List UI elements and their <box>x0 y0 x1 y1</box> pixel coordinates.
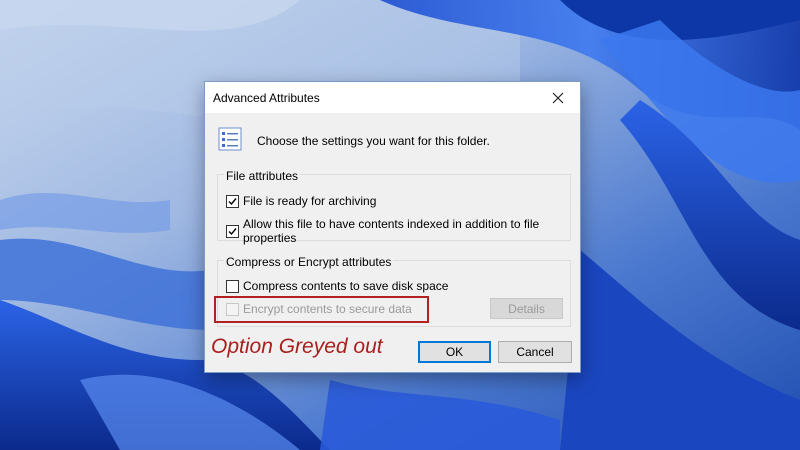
compress-encrypt-title: Compress or Encrypt attributes <box>224 255 394 269</box>
compress-checkbox-row[interactable]: Compress contents to save disk space <box>226 279 448 293</box>
archiving-checkbox[interactable] <box>226 194 239 208</box>
encrypt-highlight-box <box>214 296 429 323</box>
advanced-attributes-dialog: Advanced Attributes Choose the settings … <box>204 81 581 373</box>
details-button: Details <box>490 298 563 319</box>
greyed-out-annotation: Option Greyed out <box>211 335 383 358</box>
checkmark-icon <box>228 227 237 235</box>
archiving-label: File is ready for archiving <box>243 194 377 208</box>
close-button[interactable] <box>536 82 580 113</box>
compress-label: Compress contents to save disk space <box>243 279 449 293</box>
archiving-checkbox-row[interactable]: File is ready for archiving <box>226 194 376 208</box>
checkmark-icon <box>228 197 237 205</box>
dialog-titlebar: Advanced Attributes <box>205 82 580 113</box>
dialog-header-text: Choose the settings you want for this fo… <box>257 134 490 148</box>
cancel-button[interactable]: Cancel <box>498 341 572 363</box>
close-icon <box>552 92 564 103</box>
ok-button[interactable]: OK <box>418 341 491 363</box>
file-attributes-title: File attributes <box>224 169 301 183</box>
checklist-icon <box>218 127 242 151</box>
indexing-label: Allow this file to have contents indexed… <box>243 217 540 245</box>
indexing-checkbox[interactable] <box>226 224 239 238</box>
compress-checkbox[interactable] <box>226 279 239 293</box>
dialog-title: Advanced Attributes <box>213 91 320 105</box>
indexing-checkbox-row[interactable]: Allow this file to have contents indexed… <box>226 217 580 245</box>
